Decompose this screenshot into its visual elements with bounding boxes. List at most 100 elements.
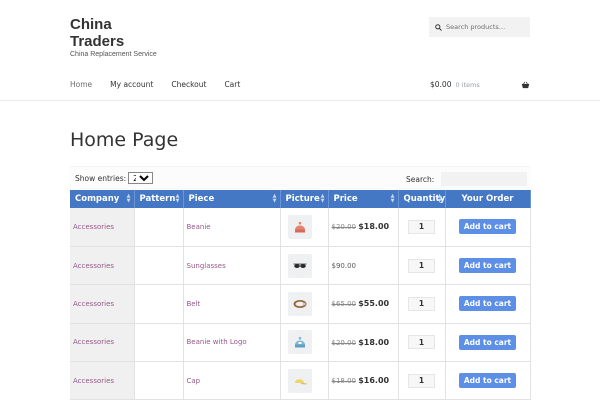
entries-select[interactable]: 25 xyxy=(128,172,154,184)
add-to-cart-button[interactable]: Add to cart xyxy=(458,296,517,312)
product-thumbnail[interactable] xyxy=(287,253,312,278)
piece-cell[interactable]: Belt xyxy=(183,284,281,324)
picture-cell xyxy=(280,323,329,363)
pattern-cell xyxy=(134,361,184,400)
pattern-cell xyxy=(134,208,184,247)
regular-price: $90.00 xyxy=(331,261,357,270)
cart-amount: $0.00 xyxy=(430,80,452,89)
table-row: Accessories Sunglasses $90.00 1 Add to c… xyxy=(70,246,531,286)
picture-cell xyxy=(280,208,329,247)
piece-cell[interactable]: Beanie xyxy=(183,208,281,247)
beanie-logo-icon xyxy=(294,337,305,348)
table-row: Accessories Cap $18.00 $16.00 Add to ca xyxy=(70,361,531,400)
sale-price: $16.00 xyxy=(358,376,390,386)
quantity-input[interactable] xyxy=(408,296,435,311)
header-cart[interactable]: $0.00 0 items xyxy=(430,80,530,89)
quantity-input[interactable] xyxy=(408,219,435,234)
sort-icon: ▲ ▼ xyxy=(320,193,325,204)
price-cell: $90.00 xyxy=(328,246,399,286)
picture-cell xyxy=(280,361,329,400)
add-to-cart-button[interactable]: Add to cart xyxy=(458,334,517,350)
nav-checkout[interactable]: Checkout xyxy=(171,80,206,89)
column-header-quantity[interactable]: Quantity ▲ ▼ xyxy=(398,190,446,208)
quantity-cell xyxy=(398,323,446,363)
old-price: $20.00 xyxy=(331,338,357,347)
company-cell[interactable]: Accessories xyxy=(70,284,135,324)
site-title[interactable]: China Traders xyxy=(70,16,140,50)
basket-icon xyxy=(521,81,530,88)
order-cell: Add to cart xyxy=(445,246,531,286)
quantity-cell xyxy=(398,208,446,247)
nav-cart[interactable]: Cart xyxy=(224,80,240,89)
quantity-input[interactable] xyxy=(408,335,435,350)
order-cell: Add to cart xyxy=(445,361,531,400)
pattern-cell xyxy=(134,284,184,324)
column-header-company[interactable]: Company ▲ ▼ xyxy=(70,190,135,208)
product-search[interactable] xyxy=(429,17,530,37)
table-search: Search: xyxy=(406,172,528,186)
column-header-pattern[interactable]: Pattern ▲ ▼ xyxy=(134,190,184,208)
table-search-label: Search: xyxy=(406,174,435,184)
quantity-input[interactable] xyxy=(408,258,435,273)
add-to-cart-button[interactable]: Add to cart xyxy=(458,219,517,235)
cart-count: 0 items xyxy=(455,80,480,89)
sort-icon: ▲ ▼ xyxy=(390,193,395,204)
add-to-cart-button[interactable]: Add to cart xyxy=(458,258,517,274)
sale-price: $18.00 xyxy=(358,222,390,232)
products-table: Company ▲ ▼ Pattern ▲ ▼ Piece ▲ ▼ Picture ▲ ▼ Pr… xyxy=(70,190,531,400)
quantity-input[interactable] xyxy=(408,373,435,388)
picture-cell xyxy=(280,284,329,324)
old-price: $18.00 xyxy=(331,377,357,386)
column-header-picture[interactable]: Picture ▲ ▼ xyxy=(280,190,329,208)
company-cell[interactable]: Accessories xyxy=(70,208,135,247)
sale-price: $55.00 xyxy=(358,299,390,309)
quantity-cell xyxy=(398,246,446,286)
picture-cell xyxy=(280,246,329,286)
search-input[interactable] xyxy=(446,23,526,31)
nav-home[interactable]: Home xyxy=(70,80,92,89)
nav-my-account[interactable]: My account xyxy=(110,80,153,89)
company-cell[interactable]: Accessories xyxy=(70,246,135,286)
column-label: Picture xyxy=(285,194,320,204)
add-to-cart-button[interactable]: Add to cart xyxy=(458,373,517,389)
product-thumbnail[interactable] xyxy=(287,368,312,393)
quantity-cell xyxy=(398,284,446,324)
column-header-piece[interactable]: Piece ▲ ▼ xyxy=(183,190,281,208)
order-cell: Add to cart xyxy=(445,323,531,363)
show-entries-label: Show entries: xyxy=(75,173,127,183)
piece-cell[interactable]: Sunglasses xyxy=(183,246,281,286)
sort-icon: ▲ ▼ xyxy=(437,193,442,204)
sort-icon: ▲ ▼ xyxy=(175,193,180,204)
piece-cell[interactable]: Cap xyxy=(183,361,281,400)
price-cell: $18.00 $16.00 xyxy=(328,361,399,400)
sunglasses-icon xyxy=(293,263,306,268)
site-branding: China Traders China Replacement Service xyxy=(70,16,157,58)
pattern-cell xyxy=(134,246,184,286)
primary-nav: Home My account Checkout Cart xyxy=(70,80,258,89)
column-label: Your Order xyxy=(461,194,514,204)
product-thumbnail[interactable] xyxy=(287,214,312,239)
quantity-cell xyxy=(398,361,446,400)
column-header-price[interactable]: Price ▲ ▼ xyxy=(328,190,399,208)
sale-price: $18.00 xyxy=(358,337,390,347)
company-cell[interactable]: Accessories xyxy=(70,361,135,400)
column-label: Piece xyxy=(188,194,215,204)
column-header-your-order[interactable]: Your Order xyxy=(445,190,531,208)
order-cell: Add to cart xyxy=(445,284,531,324)
order-cell: Add to cart xyxy=(445,208,531,247)
show-entries: Show entries: 25 xyxy=(75,172,154,184)
company-cell[interactable]: Accessories xyxy=(70,323,135,363)
beanie-icon xyxy=(294,221,305,233)
table-search-input[interactable] xyxy=(441,172,528,186)
cap-icon xyxy=(294,379,307,385)
sort-icon: ▲ ▼ xyxy=(272,193,277,204)
header-divider xyxy=(0,100,600,101)
table-row: Accessories Beanie with Logo $20.00 $18.… xyxy=(70,323,531,363)
price-cell: $65.00 $55.00 xyxy=(328,284,399,324)
piece-cell[interactable]: Beanie with Logo xyxy=(183,323,281,363)
product-thumbnail[interactable] xyxy=(287,330,312,355)
table-row: Accessories Beanie $20.00 $18.00 1 Add t… xyxy=(70,208,531,247)
site-tagline: China Replacement Service xyxy=(70,51,157,58)
product-thumbnail[interactable] xyxy=(287,291,312,316)
price-cell: $20.00 $18.00 xyxy=(328,208,399,247)
